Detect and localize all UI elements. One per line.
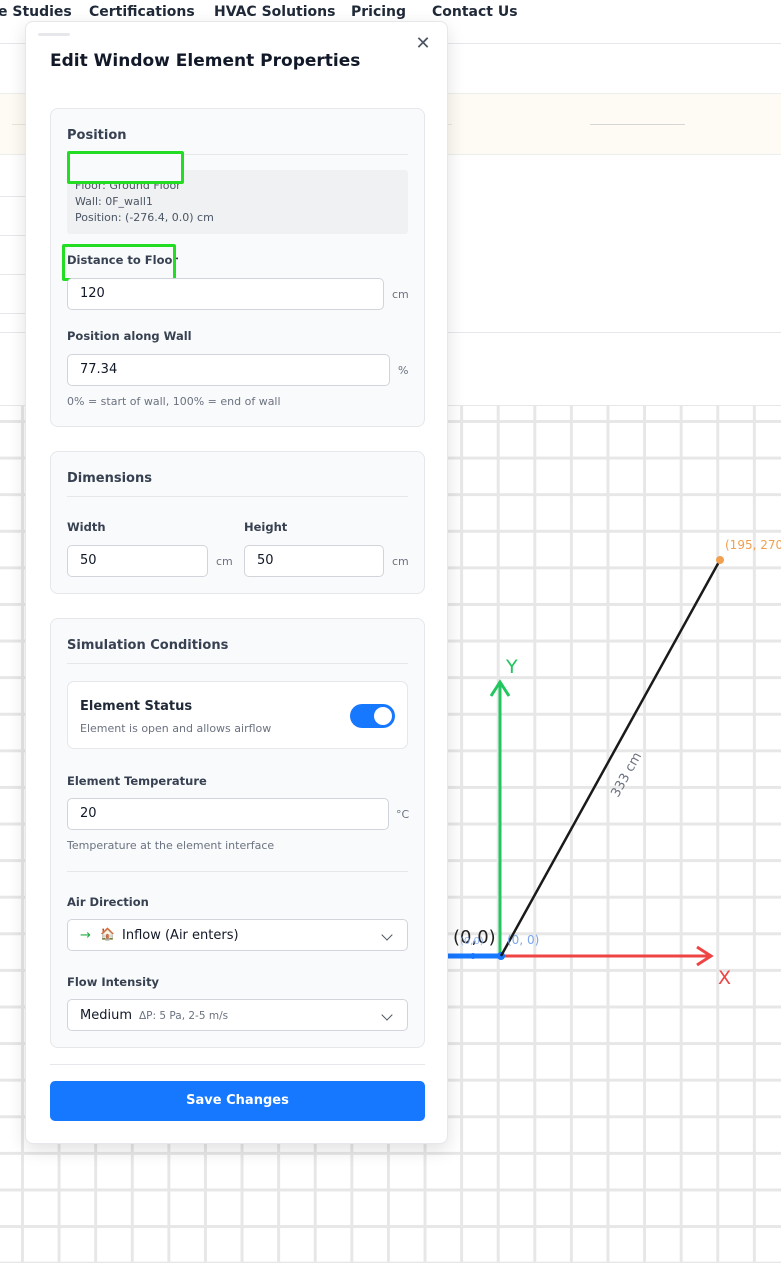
- status-description: Element is open and allows airflow: [80, 722, 272, 735]
- origin-left-small-label: (0,0): [460, 936, 484, 947]
- endpoint: [716, 556, 724, 564]
- flow-intensity-select[interactable]: Medium ΔP: 5 Pa, 2-5 m/s: [67, 999, 408, 1031]
- air-direction-value: Inflow (Air enters): [122, 928, 239, 943]
- toggle-knob: [374, 707, 392, 725]
- element-status-toggle[interactable]: [350, 704, 395, 728]
- section-divider: [67, 496, 408, 497]
- distance-input[interactable]: 120: [67, 278, 384, 310]
- footer-divider: [50, 1064, 425, 1065]
- chevron-down-icon: [381, 929, 393, 941]
- modal-tab: [38, 33, 70, 36]
- temperature-hint: Temperature at the element interface: [67, 839, 275, 852]
- along-wall-unit: %: [398, 364, 409, 377]
- modal-title: Edit Window Element Properties: [50, 51, 361, 71]
- wall-info: Wall: 0F_wall1: [75, 195, 153, 208]
- wall-handle: [470, 953, 476, 959]
- edit-window-modal: ✕ Edit Window Element Properties Positio…: [25, 21, 448, 1144]
- coords-info: Position: (-276.4, 0.0) cm: [75, 211, 214, 224]
- y-axis-label: Y: [505, 656, 518, 678]
- dimensions-title: Dimensions: [67, 471, 152, 486]
- distance-unit: cm: [392, 288, 409, 301]
- element-status-card: Element Status Element is open and allow…: [67, 681, 408, 749]
- width-input[interactable]: 50: [67, 545, 208, 577]
- width-label: Width: [67, 520, 106, 534]
- temperature-unit: °C: [396, 808, 410, 821]
- simulation-title: Simulation Conditions: [67, 638, 229, 653]
- status-title: Element Status: [80, 699, 193, 714]
- height-unit: cm: [392, 555, 409, 568]
- dimensions-section: Dimensions Width 50 cm Height 50 cm: [50, 451, 425, 594]
- highlight-box: [62, 244, 176, 281]
- highlight-box: [67, 151, 184, 184]
- temperature-label: Element Temperature: [67, 774, 207, 788]
- background-divider: [590, 124, 685, 125]
- width-unit: cm: [216, 555, 233, 568]
- nav-contact-us[interactable]: Contact Us: [432, 4, 518, 20]
- arrow-right-icon: →: [80, 928, 91, 943]
- length-label: 333 cm: [608, 750, 645, 800]
- air-direction-label: Air Direction: [67, 895, 149, 909]
- x-axis-label: X: [718, 967, 731, 989]
- endpoint-label: (195, 270): [725, 538, 781, 552]
- air-direction-select[interactable]: → 🏠 Inflow (Air enters): [67, 919, 408, 951]
- close-icon[interactable]: ✕: [413, 34, 433, 54]
- along-wall-input[interactable]: 77.34: [67, 354, 390, 386]
- chevron-down-icon: [381, 1009, 393, 1021]
- nav-pricing[interactable]: Pricing: [351, 4, 406, 20]
- height-label: Height: [244, 520, 288, 534]
- along-wall-label: Position along Wall: [67, 329, 192, 343]
- simulation-section: Simulation Conditions Element Status Ele…: [50, 618, 425, 1048]
- flow-intensity-label: Flow Intensity: [67, 975, 160, 989]
- along-wall-hint: 0% = start of wall, 100% = end of wall: [67, 395, 281, 408]
- flow-intensity-value: Medium: [80, 1008, 132, 1023]
- nav-hvac-solutions[interactable]: HVAC Solutions: [214, 4, 335, 20]
- section-divider: [67, 871, 408, 872]
- wall-line: [499, 559, 722, 957]
- house-icon: 🏠: [100, 927, 115, 941]
- height-input[interactable]: 50: [244, 545, 384, 577]
- temperature-input[interactable]: 20: [67, 798, 389, 830]
- position-section: Position Floor: Ground Floor Wall: 0F_wa…: [50, 108, 425, 427]
- origin-small-label: (0, 0): [507, 933, 539, 947]
- section-divider: [67, 663, 408, 664]
- flow-intensity-detail: ΔP: 5 Pa, 2-5 m/s: [139, 1010, 229, 1022]
- nav-certifications[interactable]: Certifications: [89, 4, 195, 20]
- nav-case-studies[interactable]: e Studies: [0, 4, 72, 20]
- save-changes-button[interactable]: Save Changes: [50, 1081, 425, 1121]
- position-title: Position: [67, 128, 127, 143]
